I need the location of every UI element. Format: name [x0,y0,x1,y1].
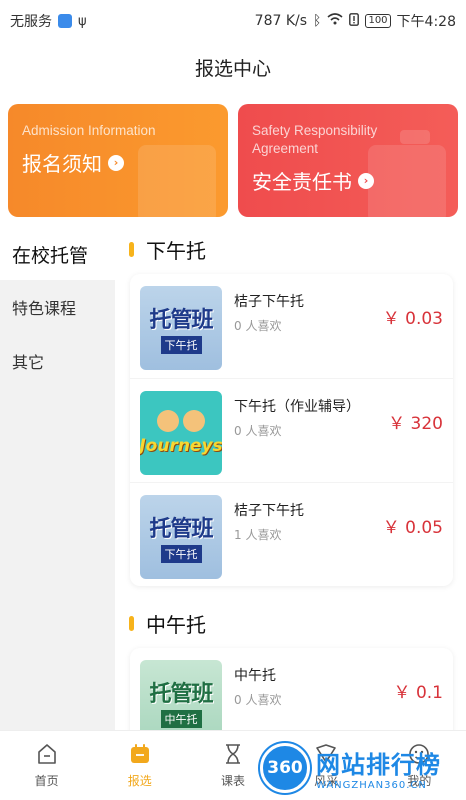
tab-timetable[interactable]: 课表 [186,731,279,800]
course-thumbnail: Journeys [140,391,222,475]
list-item[interactable]: 托管班 下午托 桔子下午托 1 人喜欢 ￥ 0.05 [130,482,453,586]
timetable-icon [226,744,240,764]
page-title-bar: 报选中心 [0,42,466,92]
course-price: ￥ 320 [388,414,443,434]
page-title: 报选中心 [194,57,271,80]
sidebar-item-other[interactable]: 其它 [0,334,115,388]
card-title: 报名须知 [22,152,102,176]
decor-shape [400,130,430,144]
sidebar-item-label: 在校托管 [12,244,89,267]
alert-icon [349,12,360,30]
course-thumbnail: 托管班 下午托 [140,495,222,579]
wifi-icon [327,13,343,29]
chevron-right-icon: › [108,154,124,171]
course-thumbnail: 托管班 中午托 [140,660,222,730]
section-group: 托管班 中午托 中午托 0 人喜欢 ￥ 0.1 [130,648,453,730]
section-marker [129,241,134,257]
tab-profile[interactable]: 我的 [373,731,466,800]
network-speed: 787 K/s [254,13,308,29]
section-header: 中午托 [115,602,466,644]
course-thumbnail: 托管班 下午托 [140,286,222,370]
course-price: ￥ 0.05 [382,518,443,538]
sidebar-item-label: 其它 [12,353,45,372]
tab-label: 课表 [221,774,246,788]
enroll-icon [130,744,149,763]
sidebar-item-featured-courses[interactable]: 特色课程 [0,280,115,334]
course-list[interactable]: 下午托 托管班 下午托 桔子下午托 0 人喜欢 ￥ 0.03 Journeys … [115,228,466,730]
sidebar-item-label: 特色课程 [12,299,77,318]
section-marker [129,615,134,631]
tab-home[interactable]: 首页 [0,731,93,800]
category-sidebar: 在校托管 特色课程 其它 [0,228,115,730]
course-price: ￥ 0.03 [382,309,443,329]
app-notification-icon [58,14,72,28]
safety-agreement-card[interactable]: Safety Responsibility Agreement 安全责任书 › [238,104,458,217]
banner-cards: Admission Information 报名须知 › Safety Resp… [8,104,458,217]
section-header: 下午托 [115,228,466,270]
list-item[interactable]: 托管班 中午托 中午托 0 人喜欢 ￥ 0.1 [130,648,453,730]
battery-icon: 100 [365,14,391,28]
bluetooth-icon: ᛒ [313,13,322,29]
section-title: 下午托 [146,238,206,263]
course-price: ￥ 0.1 [393,683,443,703]
home-icon [37,744,56,764]
card-english-title: Safety Responsibility Agreement [252,123,378,156]
section-group: 托管班 下午托 桔子下午托 0 人喜欢 ￥ 0.03 Journeys 下午托（… [130,274,453,586]
tab-enroll[interactable]: 报选 [93,731,186,800]
tab-label: 风采 [314,774,339,788]
calendar-illustration-icon [138,145,216,217]
tab-gallery[interactable]: 风采 [280,731,373,800]
list-item[interactable]: Journeys 下午托（作业辅导） 0 人喜欢 ￥ 320 [130,378,453,482]
tab-label: 我的 [407,774,432,788]
card-english-title: Admission Information [22,123,156,138]
tab-label: 报选 [127,774,152,788]
clock: 下午4:28 [396,14,456,30]
usb-icon: ψ [78,13,87,29]
sidebar-item-school-care[interactable]: 在校托管 [0,228,115,280]
gallery-icon [316,744,337,763]
card-title: 安全责任书 [252,170,352,194]
bottom-tab-bar: 首页 报选 课表 风采 我的 [0,730,466,800]
tab-label: 首页 [34,774,59,788]
section-title: 中午托 [146,612,206,637]
carrier-label: 无服务 [10,14,52,30]
admission-info-card[interactable]: Admission Information 报名须知 › [8,104,228,217]
list-item[interactable]: 托管班 下午托 桔子下午托 0 人喜欢 ￥ 0.03 [130,274,453,378]
profile-icon [409,744,430,764]
status-bar: 无服务 ψ 787 K/s ᛒ 100 下午4:28 [0,0,466,42]
